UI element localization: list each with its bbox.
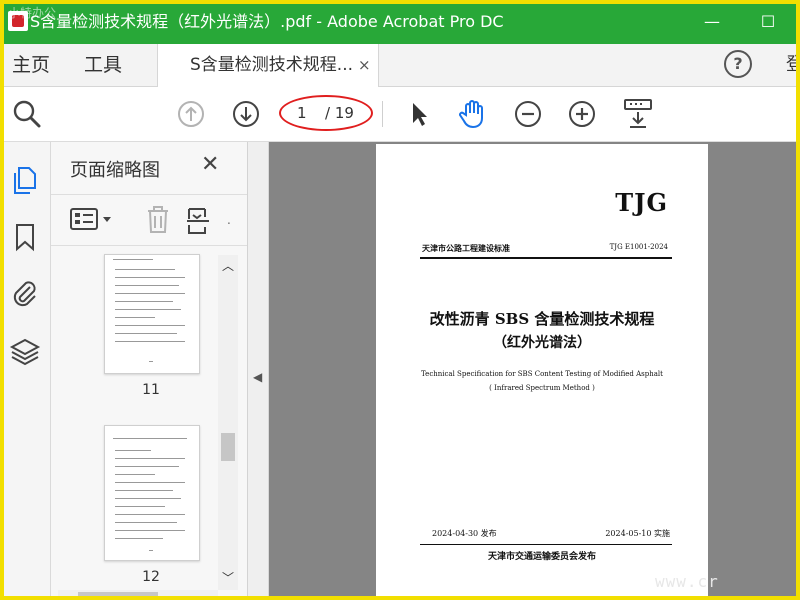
bookmarks-icon[interactable] [13,222,37,252]
zoom-in-icon[interactable] [567,99,597,129]
document-title-en: Technical Specification for SBS Content … [421,370,663,378]
issuing-authority: 天津市交通运输委员会发布 [487,552,596,562]
standard-code: TJG E1001-2024 [609,243,668,251]
toolbar-divider [382,101,383,127]
document-subtitle-en: ( Infrared Spectrum Method ) [489,384,595,392]
tab-document[interactable]: S含量检测技术规程... × [157,44,379,87]
sign-in-link[interactable]: 登 [786,44,800,86]
collapse-arrow-icon: ◀ [253,370,263,384]
document-margin [709,142,800,600]
extract-pages-icon[interactable] [185,205,215,235]
next-page-icon[interactable] [231,99,261,129]
thumbnail-scrollbar[interactable]: ︿ ﹀ [218,255,238,590]
tab-home[interactable]: 主页 [12,44,50,86]
document-tab-label: S含量检测技术规程... [190,55,354,75]
trash-icon[interactable] [144,205,172,235]
select-cursor-icon[interactable] [406,99,432,129]
scrollbar-thumb[interactable] [221,433,235,461]
hand-tool-icon[interactable] [456,97,490,131]
layers-icon[interactable] [9,336,41,368]
minimize-button[interactable]: — [692,8,732,36]
site-watermark: www.cr [655,572,719,591]
scroll-mode-icon[interactable] [622,97,654,131]
thumbnail-options-icon[interactable] [69,207,115,233]
tab-bar: 主页 工具 S含量检测技术规程... × [0,44,800,87]
search-zoom-icon[interactable] [12,99,42,129]
document-subtitle-zh: （红外光谱法） [493,335,591,351]
help-button[interactable]: ? [724,50,752,78]
red-annotation-ellipse [279,95,373,131]
document-view[interactable]: TJG 天津市公路工程建设标准 TJG E1001-2024 改性沥青 SBS … [269,142,800,600]
header-rule [420,257,672,259]
organization-header: 天津市公路工程建设标准 [422,243,510,253]
standard-brand: TJG [615,188,668,217]
panel-toolbar: . [51,194,247,246]
zoom-out-icon[interactable] [513,99,543,129]
horizontal-scroll-thumb[interactable] [78,592,158,598]
left-navigation-rail [0,142,51,600]
panel-title: 页面缩略图 [70,160,160,181]
effective-date: 2024-05-10 实施 [605,529,670,538]
title-bar: 小特办公 S含量检测技术规程（红外光谱法）.pdf - Adobe Acroba… [0,0,800,44]
document-tab-close-button[interactable]: × [358,44,371,86]
prev-page-icon[interactable] [176,99,206,129]
footer-rule [420,544,672,545]
panel-close-button[interactable]: ✕ [201,152,219,177]
thumbnail-label: 11 [142,382,160,398]
scroll-down-arrow[interactable]: ﹀ [218,569,238,586]
tab-tools[interactable]: 工具 [84,44,122,86]
more-tools-dot: . [227,213,231,227]
thumbnail-page-12[interactable] [104,425,200,561]
attachments-icon[interactable] [10,278,40,310]
panel-collapse-handle[interactable]: ◀ [248,142,269,600]
issue-date: 2024-04-30 发布 [432,529,497,538]
scroll-up-arrow[interactable]: ︿ [218,257,238,274]
page-thumbnails-icon[interactable] [11,164,39,196]
pdf-page: TJG 天津市公路工程建设标准 TJG E1001-2024 改性沥青 SBS … [376,144,708,600]
toolbar: 1 / 19 [0,87,800,142]
maximize-button[interactable]: ☐ [748,8,788,36]
thumbnail-page-11[interactable] [104,254,200,374]
thumbnail-label: 12 [142,569,160,585]
window-title: S含量检测技术规程（红外光谱法）.pdf - Adobe Acrobat Pro… [30,12,504,31]
active-indicator [0,160,3,200]
thumbnail-horizontal-scrollbar[interactable] [58,590,218,600]
document-title-zh: 改性沥青 SBS 含量检测技术规程 [429,310,655,328]
